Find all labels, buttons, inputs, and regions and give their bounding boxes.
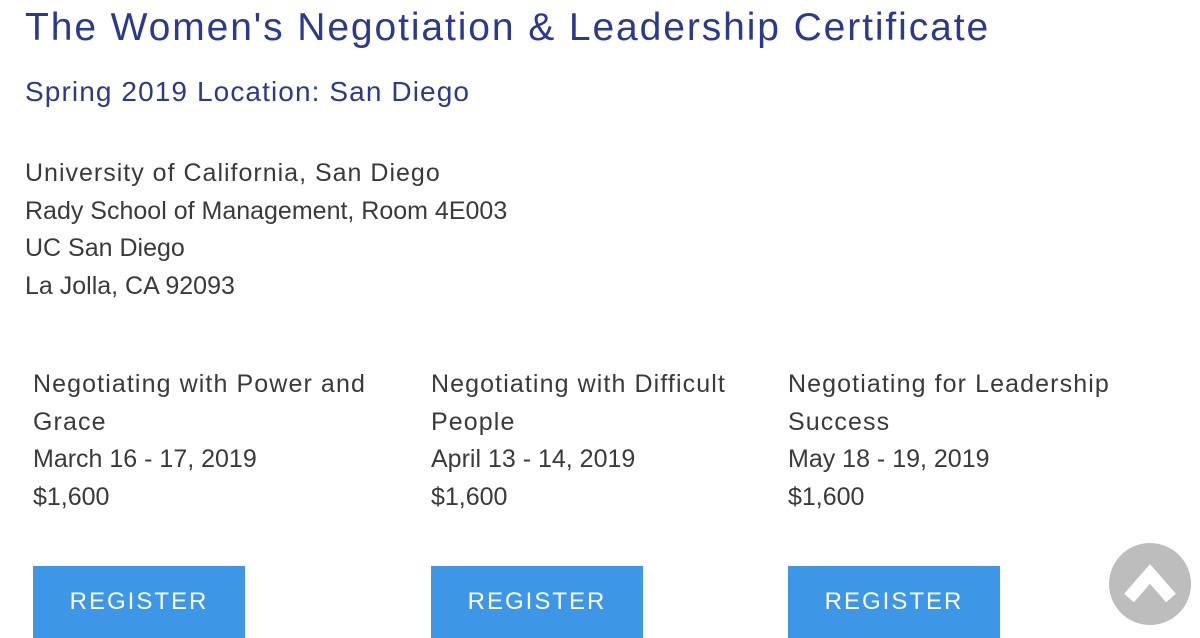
course-card-leadership-success: Negotiating for Leadership Success May 1… xyxy=(788,366,1128,516)
address-line-school: Rady School of Management, Room 4E003 xyxy=(25,196,508,225)
register-button-leadership-success[interactable]: REGISTER xyxy=(788,566,1000,638)
course-dates: March 16 - 17, 2019 xyxy=(33,445,257,473)
address-line-university: University of California, San Diego xyxy=(25,159,441,187)
chevron-up-icon xyxy=(1124,564,1176,603)
course-title: Negotiating with Power and Grace xyxy=(33,370,366,436)
course-dates: May 18 - 19, 2019 xyxy=(788,445,990,473)
course-card-power-and-grace: Negotiating with Power and Grace March 1… xyxy=(33,366,373,516)
address-block: University of California, San Diego Rady… xyxy=(25,155,507,305)
page-title: The Women's Negotiation & Leadership Cer… xyxy=(25,6,991,49)
course-price: $1,600 xyxy=(431,482,508,511)
course-price: $1,600 xyxy=(33,482,110,511)
register-button-difficult-people[interactable]: REGISTER xyxy=(431,566,643,638)
course-dates: April 13 - 14, 2019 xyxy=(431,445,636,473)
location-subtitle: Spring 2019 Location: San Diego xyxy=(25,76,471,107)
course-title: Negotiating for Leadership Success xyxy=(788,370,1110,436)
register-button-power-and-grace[interactable]: REGISTER xyxy=(33,566,245,638)
course-title: Negotiating with Difficult People xyxy=(431,370,726,436)
address-line-city: La Jolla, CA 92093 xyxy=(25,271,235,300)
scroll-to-top-button[interactable] xyxy=(1109,543,1191,625)
address-line-campus: UC San Diego xyxy=(25,234,185,262)
course-card-difficult-people: Negotiating with Difficult People April … xyxy=(431,366,771,516)
course-price: $1,600 xyxy=(788,482,865,511)
